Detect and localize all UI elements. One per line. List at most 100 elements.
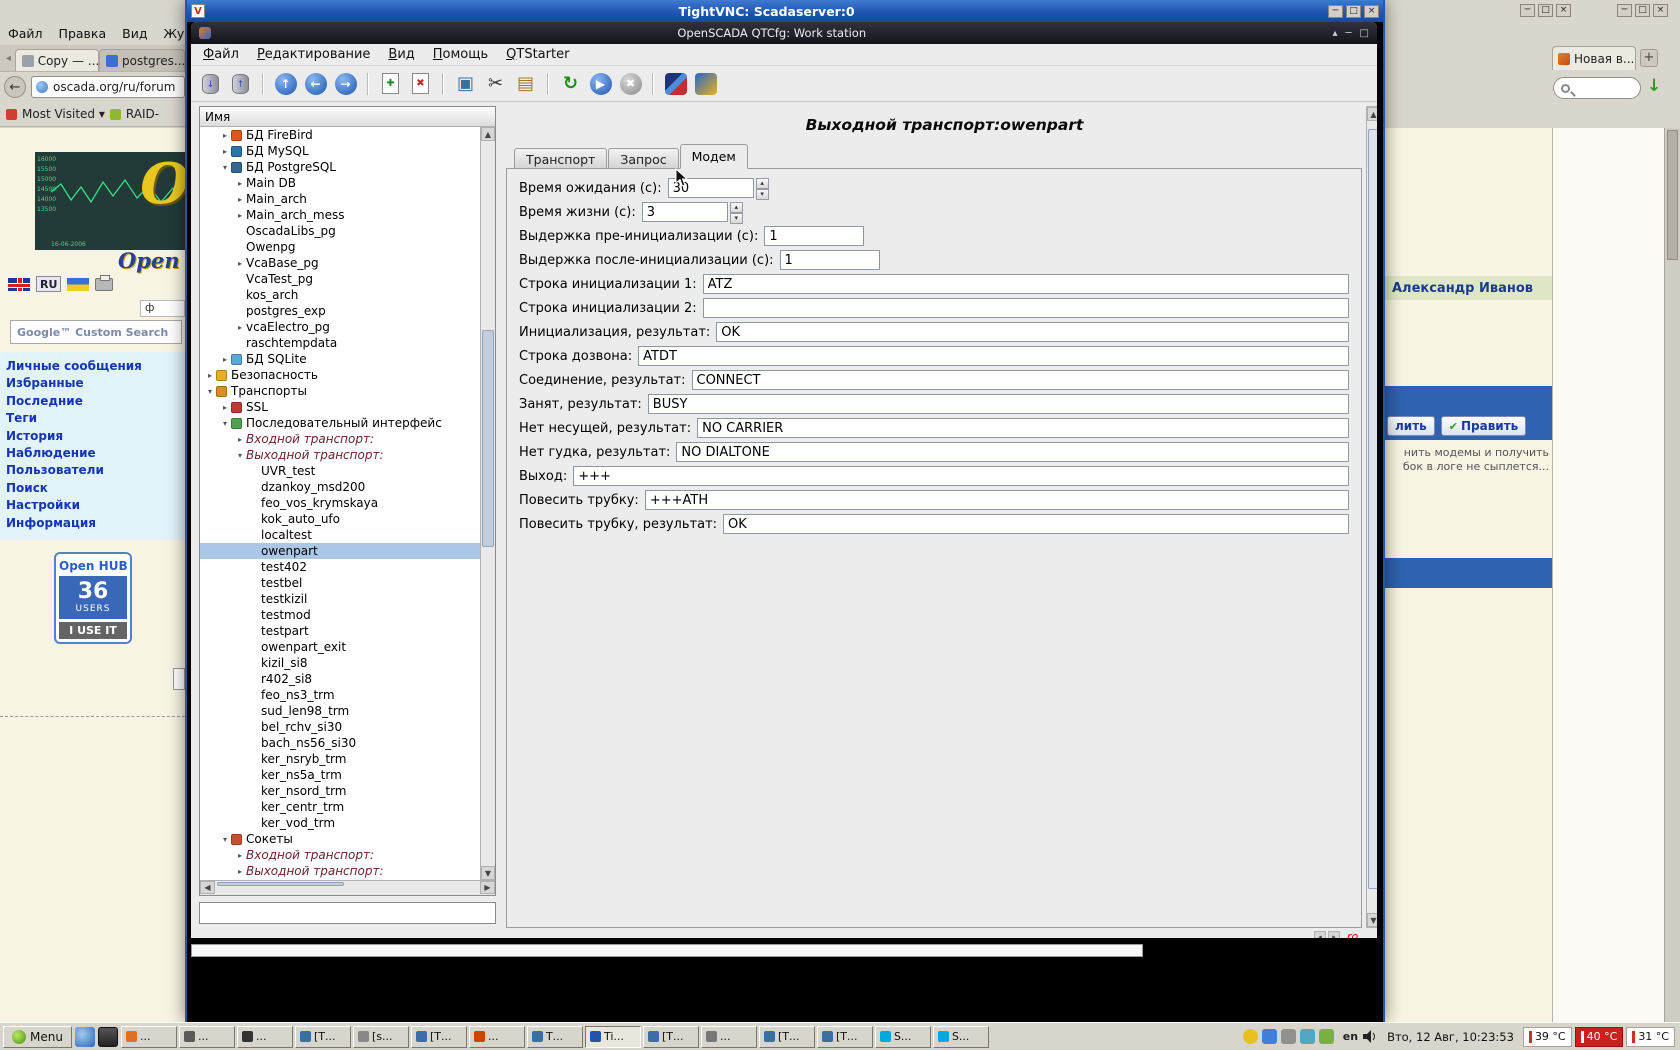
- taskbar-task-button[interactable]: S...: [933, 1026, 989, 1048]
- vnc-titlebar[interactable]: V TightVNC: Scadaserver:0 ─□×: [187, 0, 1383, 22]
- tree-item[interactable]: ▸БД MySQL: [200, 143, 480, 159]
- tree-item[interactable]: ▾Сокеты: [200, 831, 480, 847]
- url-field[interactable]: oscada.org/ru/forum: [31, 76, 185, 98]
- forum-nav-link[interactable]: Информация: [6, 515, 185, 532]
- quicklaunch-terminal-icon[interactable]: [98, 1027, 118, 1047]
- scroll-up-icon[interactable]: ▲: [481, 127, 495, 141]
- bookmark-raid[interactable]: RAID-: [126, 107, 159, 121]
- tree-item[interactable]: sud_len98_trm: [200, 703, 480, 719]
- minimize-button[interactable]: ─: [1346, 28, 1352, 39]
- stop-icon[interactable]: ✖: [617, 70, 644, 97]
- up-icon[interactable]: ↑: [272, 70, 299, 97]
- spin-down-icon[interactable]: ▾: [730, 213, 743, 224]
- tree-item[interactable]: ▸БД FireBird: [200, 127, 480, 143]
- tree-item[interactable]: ker_vod_trm: [200, 815, 480, 831]
- field-input[interactable]: [764, 226, 864, 246]
- tree-item[interactable]: ▸Входной транспорт:: [200, 431, 480, 447]
- tree-item[interactable]: ker_centr_trm: [200, 799, 480, 815]
- menu-item[interactable]: Правка: [59, 26, 107, 41]
- keyboard-layout[interactable]: en: [1341, 1030, 1360, 1043]
- save-icon[interactable]: ↑: [227, 70, 254, 97]
- scroll-down-icon[interactable]: ▼: [1367, 913, 1377, 927]
- menu-item[interactable]: Вид: [122, 26, 147, 41]
- maximize-button[interactable]: □: [1538, 4, 1553, 17]
- menu-item[interactable]: QTStarter: [498, 45, 577, 64]
- start-menu-button[interactable]: Menu: [3, 1026, 72, 1048]
- tree-item[interactable]: ▸Выходной транспорт:: [200, 863, 480, 879]
- tree-item[interactable]: localtest: [200, 527, 480, 543]
- spinner-buttons[interactable]: ▴▾: [730, 202, 743, 222]
- collapsed-arrow-icon[interactable]: ▸: [234, 435, 246, 444]
- tree-item[interactable]: ▸Main_arch: [200, 191, 480, 207]
- oscada-icon[interactable]: [662, 70, 689, 97]
- tree-item[interactable]: bach_ns56_si30: [200, 735, 480, 751]
- search-input[interactable]: [1553, 77, 1641, 99]
- new-tab-button[interactable]: +: [1640, 49, 1658, 67]
- tree-item[interactable]: owenpart: [200, 543, 480, 559]
- field-input[interactable]: [648, 394, 1349, 414]
- tree-item[interactable]: ▸БД SQLite: [200, 351, 480, 367]
- collapsed-arrow-icon[interactable]: ▸: [219, 147, 231, 156]
- forum-nav-link[interactable]: Настройки: [6, 497, 185, 514]
- forum-nav-link[interactable]: Последние: [6, 393, 185, 410]
- expanded-arrow-icon[interactable]: ▾: [219, 835, 231, 844]
- forward-icon[interactable]: →: [332, 70, 359, 97]
- scrollbar-thumb[interactable]: [1368, 129, 1377, 889]
- collapsed-arrow-icon[interactable]: ▸: [234, 179, 246, 188]
- tree-item[interactable]: ▸Main_arch_mess: [200, 207, 480, 223]
- volume-icon[interactable]: [1363, 1030, 1378, 1043]
- tree-item[interactable]: ▸Входной транспорт:: [200, 847, 480, 863]
- tree-item[interactable]: ▸Безопасность: [200, 367, 480, 383]
- taskbar-task-button[interactable]: Ti...: [585, 1026, 641, 1048]
- download-arrow-icon[interactable]: ↓: [1647, 76, 1661, 96]
- taskbar-task-button[interactable]: Т...: [527, 1026, 583, 1048]
- scroll-left-icon[interactable]: ◀: [200, 881, 215, 894]
- tray-clock-icon[interactable]: [1243, 1029, 1258, 1044]
- google-search-box[interactable]: Google™ Custom Search: [10, 320, 182, 344]
- field-input[interactable]: [692, 370, 1350, 390]
- tree-item[interactable]: feo_ns3_trm: [200, 687, 480, 703]
- tree-item[interactable]: ▾Транспорты: [200, 383, 480, 399]
- field-input[interactable]: [573, 466, 1349, 486]
- collapsed-arrow-icon[interactable]: ▸: [234, 867, 246, 876]
- paste-icon[interactable]: ▤: [512, 70, 539, 97]
- close-button[interactable]: ×: [1364, 5, 1379, 18]
- scrollbar-thumb[interactable]: [217, 882, 344, 886]
- tree-item[interactable]: testpart: [200, 623, 480, 639]
- tree-item[interactable]: ▾Последовательный интерфейс: [200, 415, 480, 431]
- spinner-buttons[interactable]: ▴▾: [756, 178, 769, 198]
- tab-scroll-left-icon[interactable]: ◂: [2, 53, 15, 64]
- tree-item[interactable]: kos_arch: [200, 287, 480, 303]
- tree-item[interactable]: bel_rchv_si30: [200, 719, 480, 735]
- tree-item[interactable]: testmod: [200, 607, 480, 623]
- maximize-button[interactable]: □: [1346, 5, 1361, 18]
- forum-nav-link[interactable]: Пользователи: [6, 462, 185, 479]
- clock[interactable]: Вто, 12 Авг, 10:23:53: [1381, 1030, 1520, 1044]
- uk-flag-icon[interactable]: [8, 278, 30, 291]
- delete-button[interactable]: лить: [1387, 416, 1435, 436]
- taskbar-task-button[interactable]: ...: [701, 1026, 757, 1048]
- browser-tab-copy[interactable]: Copy — ...: [15, 49, 99, 71]
- close-button[interactable]: ×: [1653, 4, 1668, 17]
- menu-item[interactable]: Файл: [8, 26, 43, 41]
- field-input[interactable]: [697, 418, 1349, 438]
- tree-vertical-scrollbar[interactable]: ▲ ▼: [480, 127, 495, 880]
- field-input[interactable]: [638, 346, 1349, 366]
- copy-icon[interactable]: ▣: [452, 70, 479, 97]
- scrollbar-thumb[interactable]: [1667, 130, 1678, 260]
- taskbar-task-button[interactable]: S...: [875, 1026, 931, 1048]
- qtstarter-icon[interactable]: [692, 70, 719, 97]
- forum-nav-link[interactable]: Теги: [6, 410, 185, 427]
- taskbar-task-button[interactable]: [Т...: [295, 1026, 351, 1048]
- tree-item[interactable]: ▸Main DB: [200, 175, 480, 191]
- forum-nav-link[interactable]: Избранные: [6, 375, 185, 392]
- tree-horizontal-scrollbar[interactable]: ◀ ▶: [200, 880, 495, 895]
- collapsed-arrow-icon[interactable]: ▸: [234, 211, 246, 220]
- maximize-button[interactable]: □: [1360, 28, 1369, 39]
- tray-camera-icon[interactable]: [1281, 1029, 1296, 1044]
- openhub-iuseit-button[interactable]: I USE IT: [59, 622, 127, 639]
- item-delete-icon[interactable]: ✖: [407, 70, 434, 97]
- tree-item[interactable]: ▸VcaBase_pg: [200, 255, 480, 271]
- collapsed-arrow-icon[interactable]: ▸: [234, 259, 246, 268]
- openhub-title[interactable]: Open HUB: [59, 557, 127, 576]
